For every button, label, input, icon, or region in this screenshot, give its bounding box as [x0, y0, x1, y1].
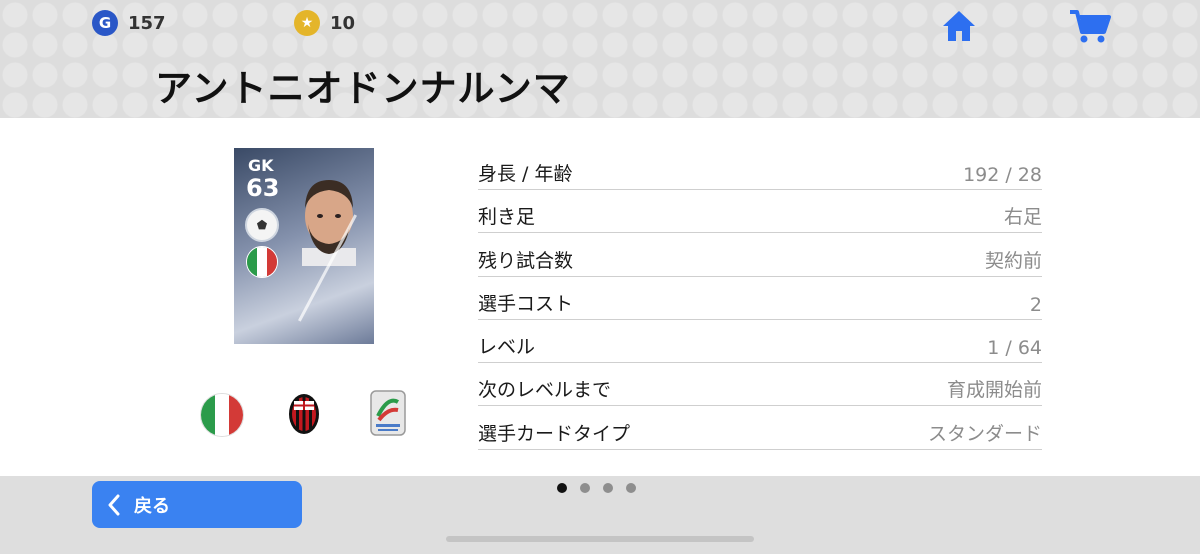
page-dot[interactable] — [603, 483, 613, 493]
star-coin-icon: ★ — [294, 10, 320, 36]
stat-value: 契約前 — [984, 249, 1042, 272]
coin-balance: ★ 10 — [294, 10, 355, 36]
player-card[interactable]: GK 63 ⬟ — [234, 148, 374, 344]
stat-row-next-level: 次のレベルまで 育成開始前 — [478, 364, 1042, 407]
page-dot[interactable] — [626, 483, 636, 493]
card-rating: 63 — [246, 174, 280, 202]
page-dot[interactable] — [580, 483, 590, 493]
league-emblem-icon[interactable] — [370, 390, 406, 436]
stat-label: レベル — [478, 336, 536, 359]
g-coin-icon: G — [92, 10, 118, 36]
stat-label: 利き足 — [478, 206, 536, 229]
stat-label: 選手コスト — [478, 292, 574, 315]
italy-flag-icon — [246, 246, 278, 278]
card-position: GK — [248, 156, 274, 175]
stat-row-level: レベル 1 / 64 — [478, 321, 1042, 364]
stat-label: 選手カードタイプ — [478, 422, 631, 445]
top-bar: G 157 ★ 10 アントニオドンナルンマ — [0, 0, 1200, 118]
stat-row-cost: 選手コスト 2 — [478, 278, 1042, 320]
stat-label: 身長 / 年齢 — [478, 163, 573, 185]
gp-value: 157 — [128, 12, 166, 34]
ball-icon: ⬟ — [245, 208, 279, 242]
stat-label: 次のレベルまで — [478, 379, 612, 402]
stat-value: 右足 — [1003, 206, 1042, 229]
stat-value: 1 / 64 — [987, 337, 1042, 360]
player-detail-panel: GK 63 ⬟ 身長 / 年齢 192 / 28 利き足 右足 残り試合数 契約… — [0, 118, 1200, 476]
back-button[interactable]: 戻る — [92, 481, 302, 528]
stat-row-foot: 利き足 右足 — [478, 191, 1042, 234]
gp-balance: G 157 — [92, 10, 166, 36]
page-indicator — [557, 483, 636, 493]
stats-list: 身長 / 年齢 192 / 28 利き足 右足 残り試合数 契約前 選手コスト … — [478, 148, 1042, 451]
home-icon[interactable] — [940, 8, 978, 48]
stat-row-height-age: 身長 / 年齢 192 / 28 — [478, 148, 1042, 190]
club-emblem-icon[interactable] — [288, 393, 320, 435]
home-indicator[interactable] — [446, 536, 754, 542]
player-name: アントニオドンナルンマ — [155, 67, 571, 110]
stat-value: 192 / 28 — [963, 164, 1042, 186]
stat-value: 2 — [1029, 293, 1042, 316]
back-button-label: 戻る — [134, 495, 170, 517]
stat-value: スタンダード — [927, 422, 1042, 445]
chevron-left-icon — [108, 494, 120, 515]
stat-row-remaining-matches: 残り試合数 契約前 — [478, 235, 1042, 277]
stat-label: 残り試合数 — [478, 249, 574, 272]
coin-value: 10 — [330, 12, 356, 34]
stat-value: 育成開始前 — [946, 379, 1042, 402]
cart-icon[interactable] — [1068, 8, 1112, 48]
stat-row-card-type: 選手カードタイプ スタンダード — [478, 408, 1042, 450]
page-dot[interactable] — [557, 483, 567, 493]
nationality-italy-flag-icon[interactable] — [200, 393, 244, 437]
